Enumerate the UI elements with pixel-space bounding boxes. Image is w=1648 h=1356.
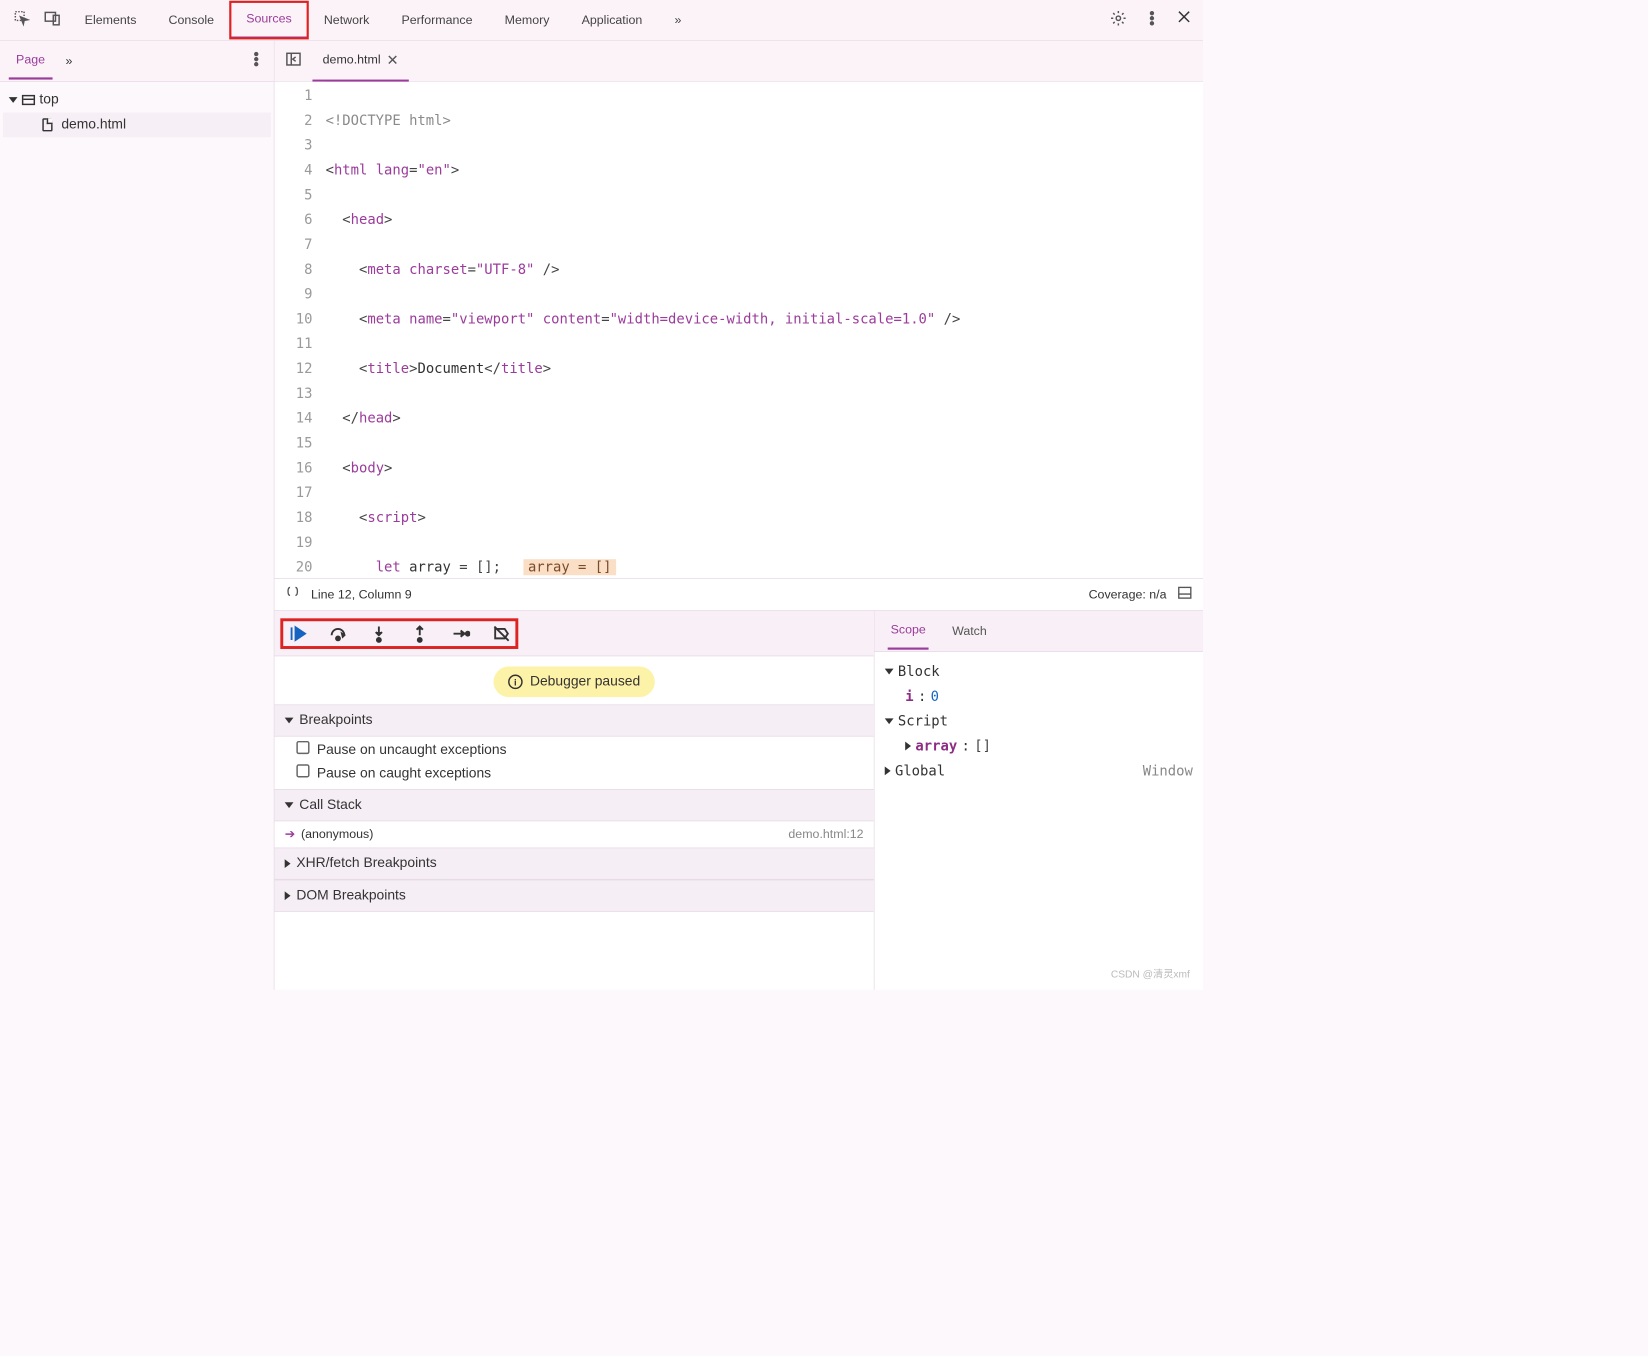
stack-frame[interactable]: ➔ (anonymous) demo.html:12: [274, 821, 873, 847]
debugger-paused-badge: i Debugger paused: [493, 666, 654, 697]
tree-node-top[interactable]: top: [3, 88, 271, 113]
close-tab-icon[interactable]: ✕: [386, 51, 398, 69]
chevron-down-icon: [9, 97, 18, 103]
tab-memory[interactable]: Memory: [489, 3, 566, 38]
section-xhr-label: XHR/fetch Breakpoints: [296, 856, 436, 872]
scope-var-value: []: [974, 734, 991, 759]
chevron-right-icon: [905, 742, 911, 751]
tab-watch[interactable]: Watch: [949, 614, 990, 649]
file-icon: [42, 118, 52, 131]
scope-script-label: Script: [898, 709, 948, 734]
section-callstack-label: Call Stack: [299, 797, 361, 813]
tree-node-top-label: top: [39, 92, 58, 108]
chevron-right-icon: [285, 859, 291, 868]
tab-performance[interactable]: Performance: [385, 3, 488, 38]
scope-global-label: Global: [895, 758, 945, 783]
watermark: CSDN @清灵xmf: [1111, 967, 1190, 982]
pretty-print-icon[interactable]: [285, 585, 301, 605]
scope-var-name: array: [915, 734, 957, 759]
inspect-icon[interactable]: [13, 9, 31, 30]
section-dom[interactable]: DOM Breakpoints: [274, 880, 873, 912]
toggle-bottom-drawer-icon[interactable]: [1177, 585, 1193, 605]
pause-uncaught-label: Pause on uncaught exceptions: [317, 742, 507, 757]
chevron-down-icon: [285, 802, 294, 808]
tree-node-file[interactable]: demo.html: [3, 112, 271, 137]
scope-global[interactable]: Global Window: [885, 758, 1193, 783]
pause-caught-checkbox[interactable]: Pause on caught exceptions: [296, 764, 863, 782]
current-frame-icon: ➔: [285, 827, 295, 841]
debugger-panel: i Debugger paused Breakpoints Pause on u…: [274, 611, 874, 990]
tree-node-file-label: demo.html: [61, 117, 126, 133]
tab-elements[interactable]: Elements: [69, 3, 153, 38]
scope-global-type: Window: [1143, 758, 1193, 783]
code-body: <!DOCTYPE html> <html lang="en"> <head> …: [326, 82, 1203, 578]
info-icon: i: [508, 675, 523, 690]
gutter: 123456789101112131415161718192021: [274, 82, 325, 578]
section-breakpoints[interactable]: Breakpoints: [274, 704, 873, 736]
toggle-navigator-icon[interactable]: [274, 50, 312, 71]
devtools-top-tabs: Elements Console Sources Network Perform…: [0, 0, 1203, 41]
code-editor[interactable]: 123456789101112131415161718192021 <!DOCT…: [274, 82, 1203, 578]
device-toggle-icon[interactable]: [44, 9, 62, 30]
navigator-overflow[interactable]: »: [65, 54, 72, 69]
pause-uncaught-checkbox[interactable]: Pause on uncaught exceptions: [296, 741, 863, 759]
section-breakpoints-label: Breakpoints: [299, 712, 372, 728]
navigator-kebab-icon[interactable]: [247, 50, 265, 71]
chevron-down-icon: [285, 718, 294, 724]
tab-network[interactable]: Network: [308, 3, 386, 38]
scope-var-name: i: [905, 684, 913, 709]
tab-console[interactable]: Console: [152, 3, 230, 38]
kebab-icon[interactable]: [1143, 9, 1161, 30]
tabs-overflow[interactable]: »: [658, 3, 697, 38]
cursor-position: Line 12, Column 9: [311, 587, 412, 602]
pause-caught-label: Pause on caught exceptions: [317, 766, 491, 781]
step-icon[interactable]: [451, 624, 470, 643]
tab-scope[interactable]: Scope: [888, 612, 929, 649]
step-out-icon[interactable]: [410, 624, 429, 643]
scope-script[interactable]: Script: [885, 709, 1193, 734]
deactivate-breakpoints-icon[interactable]: [492, 624, 511, 643]
close-icon[interactable]: [1177, 9, 1192, 30]
scope-block[interactable]: Block: [885, 659, 1193, 684]
scope-block-label: Block: [898, 659, 940, 684]
tab-application[interactable]: Application: [566, 3, 659, 38]
navigator-tab-page[interactable]: Page: [9, 42, 53, 79]
navigator-panel: Page » top demo.html: [0, 41, 274, 990]
step-into-icon[interactable]: [369, 624, 388, 643]
stack-frame-name: (anonymous): [301, 827, 373, 841]
debugger-toolbar: [274, 611, 873, 656]
editor-status-bar: Line 12, Column 9 Coverage: n/a: [274, 578, 1203, 610]
editor-tab-demo[interactable]: demo.html ✕: [312, 41, 408, 82]
tab-sources[interactable]: Sources: [230, 1, 308, 38]
coverage-label: Coverage: n/a: [1089, 587, 1167, 602]
debugger-paused-label: Debugger paused: [530, 674, 640, 690]
editor-tabs: demo.html ✕: [274, 41, 1203, 82]
resume-icon[interactable]: [288, 624, 307, 643]
scope-panel: Scope Watch Block i: 0 Script: [875, 611, 1204, 990]
frame-icon: [22, 95, 35, 105]
section-callstack[interactable]: Call Stack: [274, 789, 873, 821]
chevron-down-icon: [885, 669, 894, 675]
inline-value-hint: array = []: [524, 559, 616, 575]
stack-frame-loc: demo.html:12: [788, 827, 863, 842]
gear-icon[interactable]: [1110, 9, 1128, 30]
section-dom-label: DOM Breakpoints: [296, 888, 405, 904]
section-xhr[interactable]: XHR/fetch Breakpoints: [274, 848, 873, 880]
scope-var-value: 0: [931, 684, 939, 709]
chevron-right-icon: [285, 891, 291, 900]
chevron-down-icon: [885, 718, 894, 724]
editor-tab-label: demo.html: [323, 53, 381, 68]
step-over-icon[interactable]: [329, 624, 348, 643]
chevron-right-icon: [885, 767, 891, 776]
